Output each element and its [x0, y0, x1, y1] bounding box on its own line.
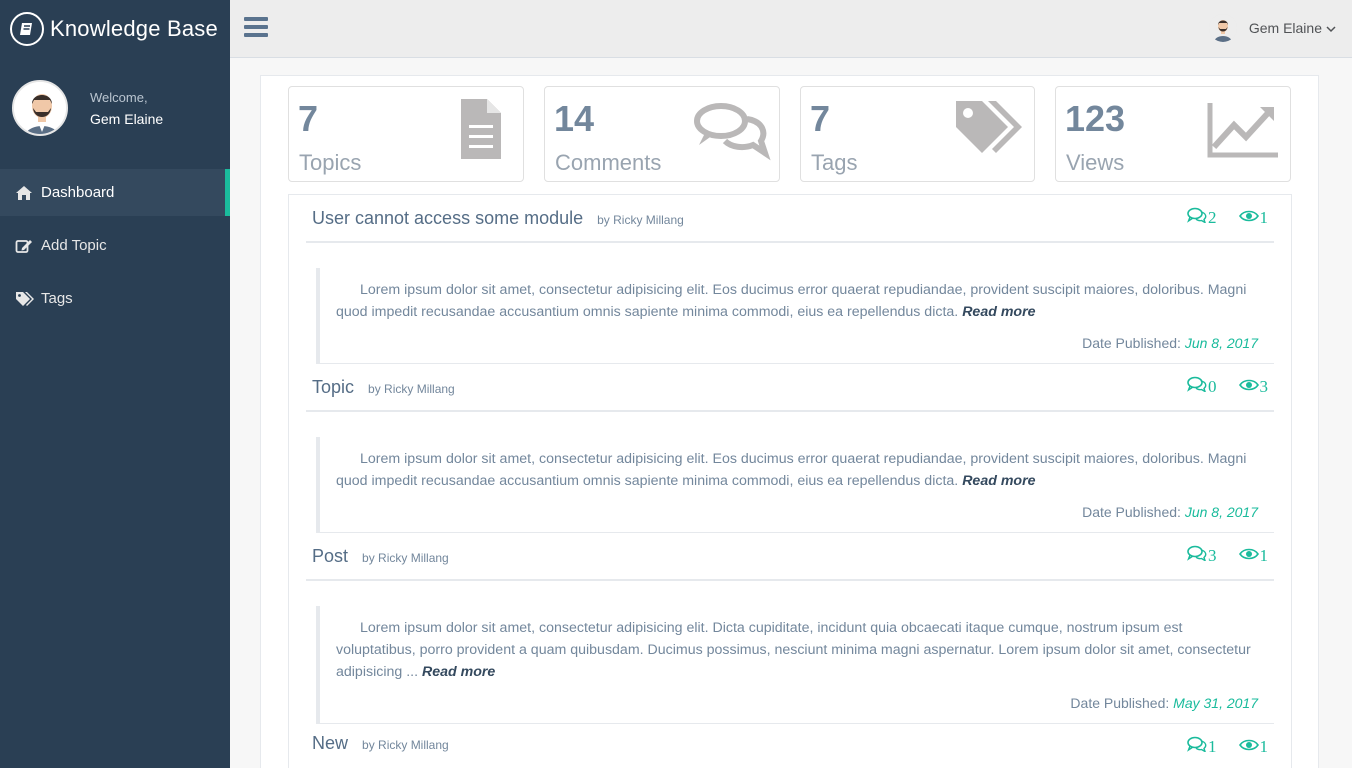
stat-label: Topics: [299, 150, 362, 175]
avatar: [12, 80, 68, 136]
user-avatar: [1208, 14, 1237, 42]
comment-count: 3: [1187, 545, 1217, 566]
list-item: User cannot access some module by Ricky …: [289, 195, 1291, 364]
file-icon: [435, 99, 515, 163]
tags-icon: [946, 99, 1026, 163]
profile: Welcome, Gem Elaine: [0, 58, 230, 158]
stat-card-topics: 7 Topics: [288, 86, 524, 182]
list-item: Post by Ricky Millang 3 1 Lorem ipsum do…: [289, 533, 1291, 724]
topic-stats: 0 3: [1165, 376, 1268, 397]
view-count: 3: [1238, 377, 1268, 397]
home-icon: [15, 184, 35, 202]
sidebar-item-add-topic[interactable]: Add Topic: [0, 222, 230, 269]
sidebar-item-tags[interactable]: Tags: [0, 275, 230, 322]
top-navbar: Gem Elaine: [230, 0, 1352, 58]
topic-excerpt: Lorem ipsum dolor sit amet, consectetur …: [336, 282, 1247, 320]
comment-icon: [1187, 207, 1208, 228]
stat-label: Comments: [555, 150, 662, 175]
topic-title[interactable]: Topic: [312, 377, 354, 398]
brand[interactable]: Knowledge Base: [0, 0, 230, 58]
book-icon: [10, 12, 44, 46]
read-more-link[interactable]: Read more: [962, 304, 1035, 320]
stat-label: Views: [1066, 150, 1125, 175]
sidebar: Knowledge Base Welcome, Gem Elaine Dashb…: [0, 0, 230, 768]
chevron-down-icon: [1326, 20, 1336, 36]
comment-count: 0: [1187, 376, 1217, 397]
comment-count: 1: [1187, 736, 1217, 757]
eye-icon: [1238, 737, 1260, 757]
topic-title[interactable]: Post: [312, 546, 348, 567]
topic-header: New by Ricky Millang 1 1: [306, 724, 1274, 762]
topic-stats: 2 1: [1165, 207, 1268, 228]
menu-toggle-icon[interactable]: [244, 17, 268, 39]
edit-icon: [15, 237, 35, 255]
topic-body: Lorem ipsum dolor sit amet, consectetur …: [316, 606, 1274, 724]
publish-date: Date Published: Jun 8, 2017: [1082, 504, 1258, 520]
comments-icon: [691, 99, 771, 163]
comment-count: 2: [1187, 207, 1217, 228]
sidebar-item-label: Dashboard: [41, 184, 115, 201]
sidebar-item-dashboard[interactable]: Dashboard: [0, 169, 230, 216]
eye-icon: [1238, 546, 1260, 566]
publish-date: Date Published: Jun 8, 2017: [1082, 335, 1258, 351]
topic-author: by Ricky Millang: [362, 738, 449, 752]
tags-icon: [15, 290, 35, 308]
stat-count: 7: [810, 98, 831, 139]
topic-author: by Ricky Millang: [597, 213, 684, 227]
main-content: 7 Topics 14 Comments 7 Tags 123 Views Us…: [260, 75, 1319, 768]
stat-card-views: 123 Views: [1055, 86, 1291, 182]
topic-header: Topic by Ricky Millang 0 3: [306, 364, 1274, 412]
stat-label: Tags: [811, 150, 858, 175]
comment-icon: [1187, 736, 1208, 757]
stats-row: 7 Topics 14 Comments 7 Tags 123 Views: [288, 86, 1291, 182]
publish-date: Date Published: May 31, 2017: [1070, 695, 1258, 711]
brand-title: Knowledge Base: [50, 16, 218, 41]
topic-body: Lorem ipsum dolor sit amet, consectetur …: [316, 437, 1274, 533]
topic-stats: 1 1: [1165, 736, 1268, 757]
sidebar-item-label: Add Topic: [41, 237, 107, 254]
topic-title[interactable]: New: [312, 733, 348, 754]
list-item: Topic by Ricky Millang 0 3 Lorem ipsum d…: [289, 364, 1291, 533]
topic-list: User cannot access some module by Ricky …: [288, 194, 1292, 768]
list-item: New by Ricky Millang 1 1: [289, 724, 1291, 762]
topic-author: by Ricky Millang: [362, 551, 449, 565]
topic-excerpt: Lorem ipsum dolor sit amet, consectetur …: [336, 620, 1251, 680]
stat-card-comments: 14 Comments: [544, 86, 780, 182]
stat-count: 14: [554, 98, 595, 139]
sidebar-item-label: Tags: [41, 290, 73, 307]
user-name: Gem Elaine: [1248, 20, 1322, 36]
eye-icon: [1238, 377, 1260, 397]
comment-icon: [1187, 545, 1208, 566]
topic-header: Post by Ricky Millang 3 1: [306, 533, 1274, 581]
comment-icon: [1187, 376, 1208, 397]
topic-author: by Ricky Millang: [368, 382, 455, 396]
stat-card-tags: 7 Tags: [800, 86, 1035, 182]
topic-header: User cannot access some module by Ricky …: [306, 195, 1274, 243]
user-menu[interactable]: Gem Elaine: [1208, 14, 1336, 42]
chart-line-icon: [1202, 99, 1282, 163]
view-count: 1: [1238, 737, 1268, 757]
view-count: 1: [1238, 208, 1268, 228]
view-count: 1: [1238, 546, 1268, 566]
stat-count: 7: [298, 98, 319, 139]
stat-count: 123: [1065, 98, 1126, 139]
sidebar-nav: Dashboard Add Topic Tags: [0, 169, 230, 322]
eye-icon: [1238, 208, 1260, 228]
read-more-link[interactable]: Read more: [962, 473, 1035, 489]
welcome-text: Welcome,: [90, 89, 148, 105]
topic-excerpt: Lorem ipsum dolor sit amet, consectetur …: [336, 451, 1247, 489]
profile-name: Gem Elaine: [90, 110, 164, 127]
topic-body: Lorem ipsum dolor sit amet, consectetur …: [316, 268, 1274, 364]
topic-stats: 3 1: [1165, 545, 1268, 566]
topic-title[interactable]: User cannot access some module: [312, 208, 583, 229]
read-more-link[interactable]: Read more: [422, 664, 495, 680]
